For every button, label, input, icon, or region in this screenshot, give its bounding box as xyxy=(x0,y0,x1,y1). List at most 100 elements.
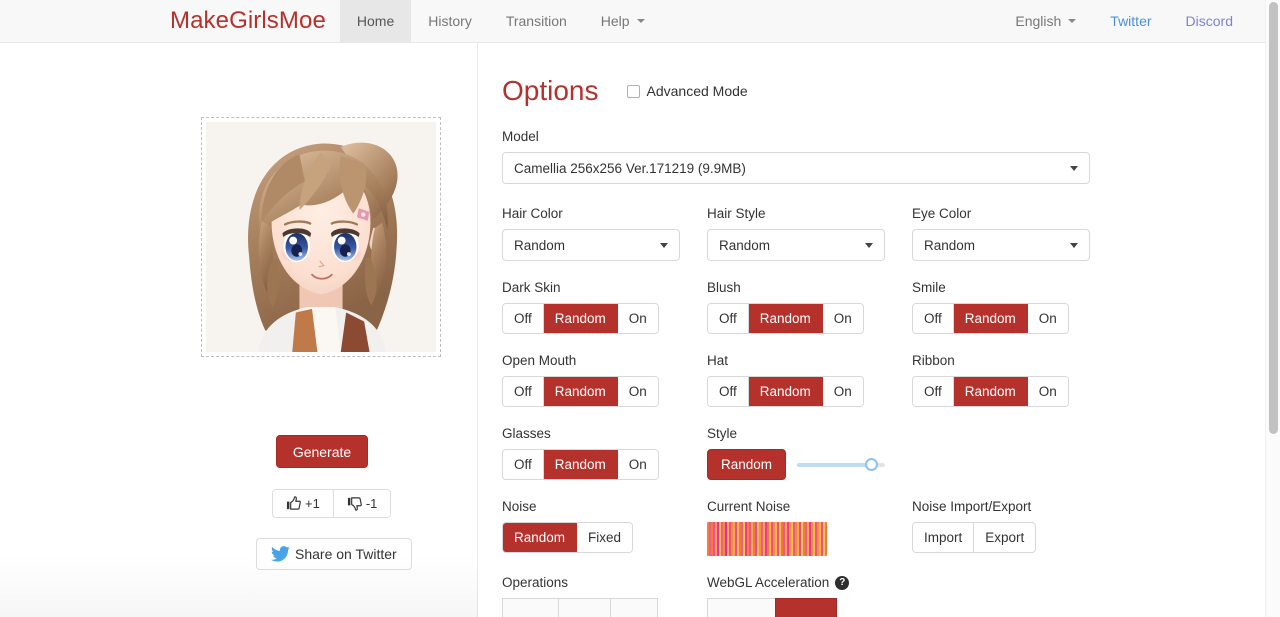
preview-panel: Generate +1 -1 Share on Twitter xyxy=(0,43,478,617)
nav-item-home[interactable]: Home xyxy=(340,0,411,42)
advanced-mode-checkbox[interactable] xyxy=(627,85,640,98)
options-panel: Options Advanced Mode Model Camellia 256… xyxy=(478,43,1272,617)
current-noise-field: Current Noise xyxy=(707,499,885,556)
smile-off[interactable]: Off xyxy=(913,304,954,333)
glasses-off[interactable]: Off xyxy=(503,450,544,479)
style-row-spacer xyxy=(912,426,1090,480)
eye-color-select[interactable]: Random xyxy=(912,229,1090,261)
blush-on[interactable]: On xyxy=(823,304,863,333)
smile-random[interactable]: Random xyxy=(954,304,1028,333)
ribbon-off[interactable]: Off xyxy=(913,377,954,406)
thumbs-down-button[interactable]: -1 xyxy=(334,490,391,517)
blush-button-group: Off Random On xyxy=(707,303,864,334)
appearance-selects-row: Hair Color Random Hair Style Random Eye … xyxy=(502,206,1272,261)
glasses-label: Glasses xyxy=(502,426,680,441)
page-scrollbar[interactable] xyxy=(1265,0,1280,617)
current-noise-preview xyxy=(707,522,827,556)
operation-button-2[interactable] xyxy=(558,598,610,617)
style-slider[interactable] xyxy=(797,463,885,467)
toggle-row-2: Open Mouth Off Random On Hat Off Random … xyxy=(502,353,1272,407)
glasses-field: Glasses Off Random On xyxy=(502,426,680,480)
eye-color-field: Eye Color Random xyxy=(912,206,1090,261)
eye-color-label: Eye Color xyxy=(912,206,1090,221)
model-label: Model xyxy=(502,129,1090,144)
open-mouth-random[interactable]: Random xyxy=(544,377,618,406)
operations-button-group xyxy=(502,598,680,617)
ribbon-field: Ribbon Off Random On xyxy=(912,353,1090,407)
noise-button-group: Random Fixed xyxy=(502,522,633,553)
noise-io-field: Noise Import/Export Import Export xyxy=(912,499,1090,556)
blush-off[interactable]: Off xyxy=(708,304,749,333)
webgl-button-group xyxy=(707,598,885,617)
nav-twitter-link[interactable]: Twitter xyxy=(1093,0,1168,42)
chevron-down-icon xyxy=(865,243,873,248)
glasses-random[interactable]: Random xyxy=(544,450,618,479)
dark-skin-on[interactable]: On xyxy=(618,304,658,333)
generate-button[interactable]: Generate xyxy=(276,435,368,468)
hair-style-field: Hair Style Random xyxy=(707,206,885,261)
operations-label: Operations xyxy=(502,575,680,590)
ribbon-label: Ribbon xyxy=(912,353,1090,368)
nav-item-transition[interactable]: Transition xyxy=(489,0,584,42)
noise-import-button[interactable]: Import xyxy=(913,523,974,552)
ribbon-random[interactable]: Random xyxy=(954,377,1028,406)
noise-random[interactable]: Random xyxy=(503,523,577,552)
nav-discord-label: Discord xyxy=(1186,13,1233,29)
vote-button-group: +1 -1 xyxy=(272,489,391,518)
hair-color-select[interactable]: Random xyxy=(502,229,680,261)
operation-button-1[interactable] xyxy=(502,598,558,617)
chevron-down-icon xyxy=(1068,19,1076,23)
noise-fixed[interactable]: Fixed xyxy=(577,523,632,552)
webgl-off-button[interactable] xyxy=(707,598,775,617)
dark-skin-random[interactable]: Random xyxy=(544,304,618,333)
style-random-button[interactable]: Random xyxy=(707,449,786,480)
advanced-mode-toggle[interactable]: Advanced Mode xyxy=(627,83,748,99)
open-mouth-on[interactable]: On xyxy=(618,377,658,406)
noise-stripe xyxy=(825,522,827,556)
glasses-on[interactable]: On xyxy=(618,450,658,479)
operation-button-3[interactable] xyxy=(610,598,658,617)
generated-anime-character xyxy=(206,122,436,352)
smile-on[interactable]: On xyxy=(1028,304,1068,333)
hat-random[interactable]: Random xyxy=(749,377,823,406)
style-label: Style xyxy=(707,426,885,441)
noise-export-button[interactable]: Export xyxy=(974,523,1035,552)
dark-skin-field: Dark Skin Off Random On xyxy=(502,280,680,334)
generate-button-label: Generate xyxy=(293,444,351,460)
open-mouth-off[interactable]: Off xyxy=(503,377,544,406)
hair-style-select[interactable]: Random xyxy=(707,229,885,261)
thumbs-up-button[interactable]: +1 xyxy=(273,490,334,517)
operations-row-spacer xyxy=(912,575,1090,617)
nav-item-history[interactable]: History xyxy=(411,0,489,42)
nav-item-history-label: History xyxy=(428,13,472,29)
chevron-down-icon xyxy=(637,19,645,23)
help-circle-icon[interactable]: ? xyxy=(835,576,849,590)
nav-item-help-label: Help xyxy=(601,13,630,29)
nav-language-selector[interactable]: English xyxy=(998,0,1093,42)
nav-item-help[interactable]: Help xyxy=(584,0,662,42)
scrollbar-thumb[interactable] xyxy=(1269,2,1278,434)
primary-nav: Home History Transition Help xyxy=(340,0,662,42)
noise-io-button-group: Import Export xyxy=(912,522,1036,553)
style-slider-handle[interactable] xyxy=(865,458,878,471)
webgl-label: WebGL Acceleration xyxy=(707,575,829,590)
hat-on[interactable]: On xyxy=(823,377,863,406)
ribbon-on[interactable]: On xyxy=(1028,377,1068,406)
nav-language-label: English xyxy=(1015,13,1061,29)
hat-button-group: Off Random On xyxy=(707,376,864,407)
nav-discord-link[interactable]: Discord xyxy=(1169,0,1250,42)
dark-skin-off[interactable]: Off xyxy=(503,304,544,333)
hat-off[interactable]: Off xyxy=(708,377,749,406)
site-brand[interactable]: MakeGirlsMoe xyxy=(170,0,340,42)
model-select[interactable]: Camellia 256x256 Ver.171219 (9.9MB) xyxy=(502,152,1090,184)
hair-color-label: Hair Color xyxy=(502,206,680,221)
chevron-down-icon xyxy=(1070,243,1078,248)
thumbs-up-count: +1 xyxy=(305,496,320,511)
webgl-on-button[interactable] xyxy=(775,598,837,617)
share-on-twitter-button[interactable]: Share on Twitter xyxy=(256,538,412,570)
dark-skin-button-group: Off Random On xyxy=(502,303,659,334)
blush-random[interactable]: Random xyxy=(749,304,823,333)
chevron-down-icon xyxy=(1070,166,1078,171)
generated-image-frame[interactable] xyxy=(201,117,441,357)
glasses-button-group: Off Random On xyxy=(502,449,659,480)
